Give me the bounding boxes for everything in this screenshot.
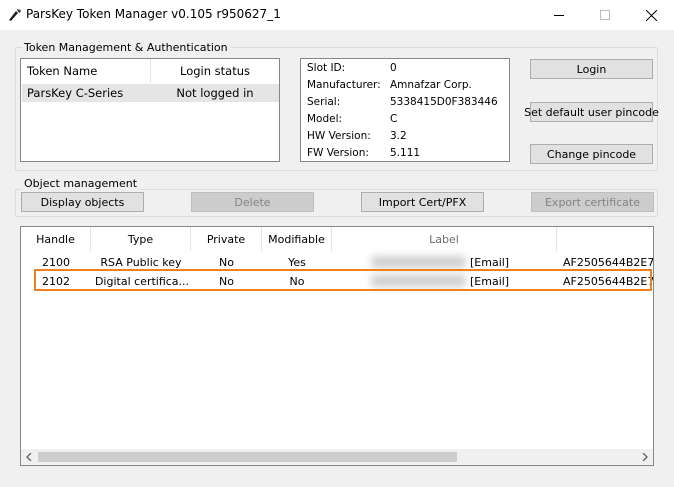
display-objects-button[interactable]: Display objects [21, 192, 144, 212]
column-header-private[interactable]: Private [191, 227, 262, 251]
token-list[interactable]: Token Name Login status ParsKey C-Series… [20, 58, 280, 162]
export-certificate-button[interactable]: Export certificate [531, 192, 654, 212]
redacted-label [371, 256, 466, 268]
column-header-id[interactable] [557, 227, 653, 251]
import-cert-button[interactable]: Import Cert/PFX [361, 192, 484, 212]
column-header-modifiable[interactable]: Modifiable [262, 227, 332, 251]
set-default-pincode-button[interactable]: Set default user pincode [524, 102, 659, 122]
fw-version-label: FW Version: [307, 147, 369, 159]
window-title: ParsKey Token Manager v0.105 r950627_1 [26, 7, 281, 21]
login-status-cell: Not logged in [176, 86, 254, 100]
serial-label: Serial: [307, 96, 341, 108]
maximize-icon [600, 10, 610, 20]
chevron-right-icon [642, 453, 648, 461]
serial-value: 5338415D0F383446 [390, 96, 498, 108]
model-label: Model: [307, 113, 343, 125]
app-icon [7, 7, 23, 23]
change-pincode-button[interactable]: Change pincode [530, 144, 653, 164]
scroll-left-button[interactable] [21, 449, 37, 465]
object-list[interactable]: Handle Type Private Modifiable Label 210… [20, 226, 654, 466]
slot-id-value: 0 [390, 62, 397, 74]
scroll-right-button[interactable] [637, 449, 653, 465]
minimize-icon [554, 15, 564, 16]
scrollbar-thumb[interactable] [38, 452, 457, 462]
model-value: C [390, 113, 398, 125]
column-header-token-name[interactable]: Token Name [21, 59, 151, 83]
token-management-label: Token Management & Authentication [22, 41, 230, 54]
highlight-box [34, 269, 652, 291]
column-header-label[interactable]: Label [332, 227, 557, 251]
token-info-panel: Slot ID: 0 Manufacturer: Amnafzar Corp. … [300, 58, 510, 162]
fw-version-value: 5.111 [390, 147, 421, 159]
delete-button[interactable]: Delete [191, 192, 314, 212]
minimize-button[interactable] [536, 0, 582, 30]
slot-id-label: Slot ID: [307, 62, 346, 74]
horizontal-scrollbar[interactable] [21, 449, 653, 465]
manufacturer-label: Manufacturer: [307, 79, 381, 91]
hw-version-value: 3.2 [390, 130, 407, 142]
hw-version-label: HW Version: [307, 130, 371, 142]
column-header-handle[interactable]: Handle [21, 227, 91, 251]
close-button[interactable] [628, 0, 674, 30]
chevron-left-icon [26, 453, 32, 461]
close-icon [645, 9, 657, 21]
column-header-type[interactable]: Type [91, 227, 191, 251]
login-button[interactable]: Login [530, 59, 653, 79]
table-row[interactable]: ParsKey C-Series Not logged in [22, 84, 279, 102]
maximize-button[interactable] [582, 0, 628, 30]
manufacturer-value: Amnafzar Corp. [390, 79, 472, 91]
token-name-cell: ParsKey C-Series [27, 86, 124, 100]
object-management-label: Object management [22, 177, 140, 190]
column-header-login-status[interactable]: Login status [151, 59, 279, 83]
